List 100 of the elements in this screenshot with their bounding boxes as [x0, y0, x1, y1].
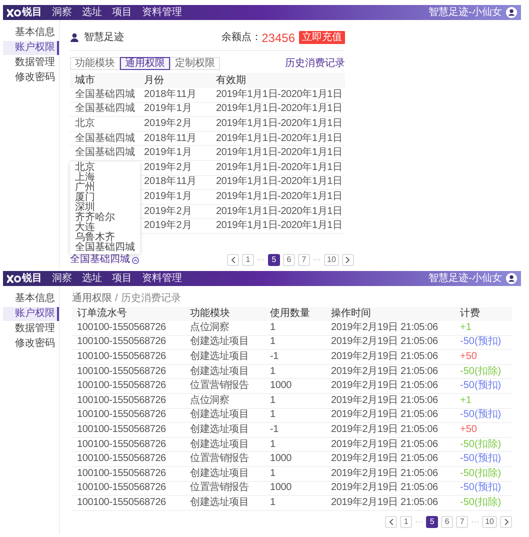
table-cell-text: 1 [269, 410, 276, 420]
pagination-ellipsis: ··· [313, 256, 321, 264]
table-cell-text: 2019年1月1日-2020年1月1日 [215, 104, 344, 114]
nav-link[interactable]: 选址 [82, 274, 102, 284]
charge-cell-text: -50(预扣) [459, 381, 502, 392]
breadcrumb-current: 历史消费记录 [120, 294, 181, 304]
charge-cell-text: -50(预扣) [459, 483, 502, 494]
pagination-ellipsis: ··· [415, 518, 424, 526]
dropdown-option[interactable]: 厦门 [70, 192, 140, 203]
table-cell-text: 创建选址项目 [189, 498, 250, 508]
nav-link[interactable]: 项目 [112, 274, 132, 284]
column-header: 月份 [143, 76, 165, 86]
sidebar-item[interactable]: 基本信息 [3, 26, 59, 40]
sidebar-item[interactable]: 修改密码 [3, 337, 59, 351]
user-name[interactable]: 智慧足迹-小仙女 [428, 274, 502, 284]
tab[interactable]: 定制权限 [170, 57, 220, 70]
page-button[interactable]: 1 [400, 516, 412, 528]
page-button[interactable]: 1 [242, 254, 254, 266]
logo-icon [7, 274, 21, 282]
page-button[interactable]: 10 [482, 516, 497, 528]
sidebar-item[interactable]: 账户权限 [3, 41, 59, 55]
charge-cell-text: +50 [459, 424, 478, 435]
city-select[interactable]: 全国基础四城 [70, 255, 139, 266]
sidebar-item[interactable]: 数据管理 [3, 56, 59, 70]
sidebar-item[interactable]: 修改密码 [3, 71, 59, 85]
dropdown-option[interactable]: 大连 [70, 222, 140, 233]
dropdown-option[interactable]: 乌鲁木齐 [70, 232, 140, 243]
page-button[interactable]: 7 [456, 516, 468, 528]
recharge-button[interactable]: 立即充值 [299, 31, 345, 44]
column-header: 使用数量 [269, 309, 311, 319]
next-page-button[interactable] [500, 516, 512, 528]
dropdown-option[interactable]: 广州 [70, 182, 140, 193]
table-cell-text: 2019年2月19日 21:05:06 [330, 483, 439, 494]
nav-link[interactable]: 资料管理 [142, 8, 182, 18]
tab[interactable]: 通用权限 [120, 57, 170, 70]
table-cell-text: 100100-1550568726 [76, 498, 167, 508]
table-cell-text: 1000 [269, 454, 292, 464]
logo-text: 锐目 [22, 8, 42, 18]
points-label: 余额点： [222, 32, 262, 42]
table-cell-text: 2019年2月19日 21:05:06 [330, 454, 439, 464]
pagination-ellipsis: ··· [257, 256, 265, 264]
dropdown-option[interactable]: 上海 [70, 172, 140, 183]
table-cell-text: 2019年1月 [143, 104, 193, 114]
dropdown-option[interactable]: 北京 [70, 162, 140, 173]
table-cell-text: 创建选址项目 [189, 440, 250, 450]
nav-link[interactable]: 洞察 [52, 8, 72, 18]
table-cell-text: 全国基础四城 [74, 148, 136, 158]
table-cell-text: 2019年2月 [143, 118, 193, 129]
previous-page-button[interactable] [385, 516, 398, 528]
table-cell-text: 2019年2月19日 21:05:06 [330, 337, 439, 348]
table-cell-text: 2019年2月19日 21:05:06 [330, 396, 439, 406]
page-button[interactable]: 5 [426, 516, 438, 528]
dropdown-option[interactable]: 齐齐哈尔 [70, 212, 140, 223]
table-cell-text: 2019年1月1日-2020年1月1日 [215, 148, 344, 158]
dropdown-option[interactable]: 全国基础四城 [70, 242, 140, 253]
table-cell-text: 2019年1月 [143, 148, 193, 158]
table-cell-text: 2019年2月19日 21:05:06 [330, 352, 439, 362]
charge-cell-text: -50(扣除) [459, 468, 502, 479]
nav-link[interactable]: 洞察 [52, 274, 72, 284]
chevron-icon [504, 518, 508, 525]
charge-cell-text: +1 [459, 322, 472, 333]
table-cell-text: 100100-1550568726 [76, 454, 167, 464]
breadcrumb-link[interactable]: 通用权限 [72, 294, 112, 304]
page-button[interactable]: 7 [298, 254, 310, 266]
table-cell-text: 2018年11月 [143, 90, 198, 100]
history-link[interactable]: 历史消费记录 [285, 58, 345, 68]
column-header: 操作时间 [330, 309, 372, 319]
table-cell-text: 创建选址项目 [189, 366, 250, 377]
page-button[interactable]: 5 [268, 254, 280, 266]
table-cell-text: 100100-1550568726 [76, 440, 167, 450]
charge-cell-text: -50(预扣) [459, 410, 502, 420]
sidebar-item[interactable]: 基本信息 [3, 292, 59, 306]
table-cell-text: 1 [269, 366, 276, 377]
breadcrumb-separator: / [115, 294, 118, 304]
nav-link[interactable]: 项目 [112, 8, 132, 18]
sidebar-item[interactable]: 数据管理 [3, 322, 59, 336]
tab[interactable]: 功能模块 [70, 57, 120, 70]
points-value: 23456 [262, 32, 295, 44]
logo-text: 锐目 [22, 274, 42, 284]
page-button[interactable]: 6 [283, 254, 295, 266]
table-cell-text: 2019年1月1日-2020年1月1日 [215, 90, 344, 100]
page-button[interactable]: 6 [441, 516, 454, 528]
nav-link[interactable]: 选址 [82, 8, 102, 18]
charge-cell-text: -50(扣除) [459, 498, 502, 508]
column-header: 订单流水号 [76, 309, 128, 319]
table-cell-text: 2019年1月1日-2020年1月1日 [215, 134, 344, 144]
previous-page-button[interactable] [227, 254, 239, 266]
page-button[interactable]: 10 [324, 254, 339, 266]
user-name[interactable]: 智慧足迹-小仙女 [428, 8, 502, 18]
dropdown-option[interactable]: 深圳 [70, 202, 140, 213]
table-cell-text: 1 [269, 337, 276, 348]
table-cell-text: 1 [269, 396, 276, 406]
table-cell-text: 2019年1月1日-2020年1月1日 [215, 118, 344, 129]
charge-cell-text: +1 [459, 396, 472, 406]
sidebar-item[interactable]: 账户权限 [3, 307, 59, 321]
nav-link[interactable]: 资料管理 [142, 274, 182, 284]
table-cell-text: -1 [269, 352, 280, 362]
next-page-button[interactable] [342, 254, 354, 266]
chevron-icon [388, 518, 394, 525]
column-header: 功能模块 [189, 309, 231, 319]
